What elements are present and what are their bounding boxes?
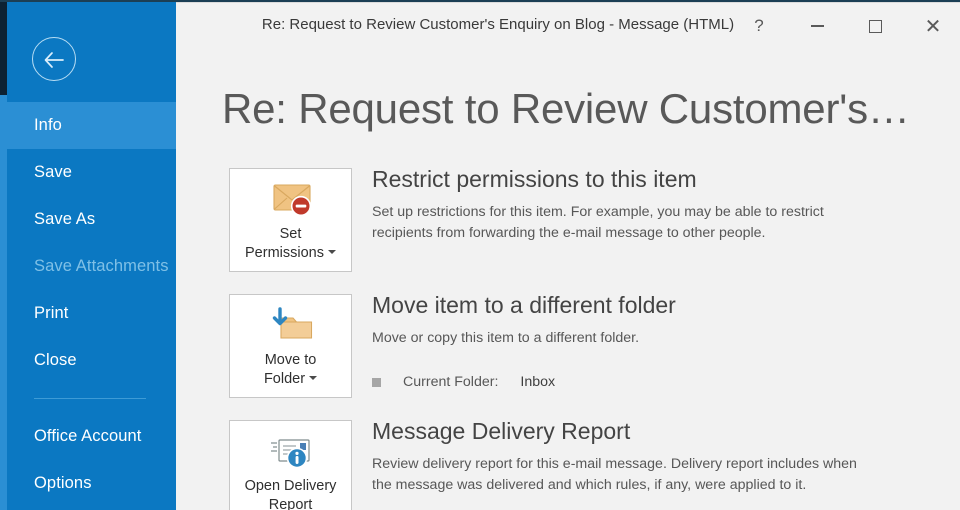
title-bar: Re: Request to Review Customer's Enquiry… xyxy=(176,3,960,48)
delivery-report-icon xyxy=(263,427,319,477)
set-permissions-button[interactable]: Set Permissions xyxy=(229,168,352,272)
section-description: Set up restrictions for this item. For e… xyxy=(372,202,892,244)
move-to-folder-label-line1: Move to xyxy=(264,352,317,368)
maximize-button[interactable] xyxy=(852,9,898,43)
sidebar-item-print[interactable]: Print xyxy=(0,290,176,337)
minimize-icon xyxy=(810,25,824,27)
current-folder-label: Current Folder: xyxy=(403,374,499,390)
back-arrow-icon xyxy=(44,52,64,68)
close-button[interactable]: ✕ xyxy=(910,9,956,43)
label-text: Folder xyxy=(263,371,306,387)
back-button[interactable] xyxy=(32,37,76,81)
square-bullet-icon xyxy=(372,377,381,387)
label-text: Permissions xyxy=(245,245,324,261)
sidebar-item-options[interactable]: Options xyxy=(0,460,176,507)
current-folder-row: Current Folder: Inbox xyxy=(372,374,555,390)
move-to-folder-button[interactable]: Move to Folder xyxy=(229,294,352,398)
sidebar-item-label: Save xyxy=(34,163,73,181)
maximize-icon xyxy=(868,19,882,33)
section-description: Move or copy this item to a different fo… xyxy=(372,328,892,349)
sidebar-item-label: Save As xyxy=(34,210,96,228)
envelope-restricted-icon xyxy=(263,175,319,225)
current-folder-value: Inbox xyxy=(520,374,556,390)
open-delivery-report-label-line2: Report xyxy=(268,497,313,510)
page-title: Re: Request to Review Customer's… xyxy=(222,85,910,132)
backstage-sidebar: Info Save Save As Save Attachments Print… xyxy=(0,2,176,510)
description-line-2: recipients from forwarding the e-mail me… xyxy=(372,225,766,241)
window-left-edge-light xyxy=(0,95,7,510)
open-delivery-report-label-line1: Open Delivery xyxy=(244,478,337,494)
section-heading: Message Delivery Report xyxy=(372,418,631,444)
sidebar-item-label: Print xyxy=(34,304,69,322)
sidebar-divider xyxy=(34,398,146,399)
chevron-down-icon xyxy=(327,250,336,255)
backstage-nav: Info Save Save As Save Attachments Print… xyxy=(0,102,176,507)
sidebar-item-info[interactable]: Info xyxy=(0,102,176,149)
window-title: Re: Request to Review Customer's Enquiry… xyxy=(261,16,735,33)
section-description: Review delivery report for this e-mail m… xyxy=(372,454,892,496)
sidebar-item-label: Info xyxy=(34,116,62,134)
section-heading: Restrict permissions to this item xyxy=(372,166,697,192)
sidebar-item-save-attachments: Save Attachments xyxy=(0,243,176,290)
close-icon: ✕ xyxy=(924,15,942,38)
backstage-content: Re: Request to Review Customer's… Set Pe… xyxy=(176,48,960,510)
section-heading: Move item to a different folder xyxy=(372,292,676,318)
question-mark-icon: ? xyxy=(754,16,764,35)
set-permissions-label-line1: Set xyxy=(279,226,302,242)
chevron-down-icon xyxy=(309,376,318,381)
sidebar-item-label: Office Account xyxy=(34,427,142,445)
description-line-1: Set up restrictions for this item. For e… xyxy=(372,204,824,220)
open-delivery-report-button[interactable]: Open Delivery Report xyxy=(229,420,352,510)
sidebar-item-label: Save Attachments xyxy=(34,257,169,275)
description-line-1: Move or copy this item to a different fo… xyxy=(372,330,640,346)
sidebar-item-close[interactable]: Close xyxy=(0,337,176,384)
sidebar-item-save-as[interactable]: Save As xyxy=(0,196,176,243)
description-line-1: Review delivery report for this e-mail m… xyxy=(372,456,857,472)
move-to-folder-icon xyxy=(263,301,319,351)
sidebar-item-save[interactable]: Save xyxy=(0,149,176,196)
set-permissions-label-line2: Permissions xyxy=(232,244,350,263)
titlebar-top-hairline xyxy=(176,2,960,3)
sidebar-item-office-account[interactable]: Office Account xyxy=(0,413,176,460)
minimize-button[interactable] xyxy=(794,9,840,43)
move-to-folder-label-line2: Folder xyxy=(232,370,350,389)
outlook-backstage-window: Info Save Save As Save Attachments Print… xyxy=(0,0,960,510)
sidebar-item-label: Options xyxy=(34,474,92,492)
window-left-edge-dark xyxy=(0,2,7,95)
sidebar-item-label: Close xyxy=(34,351,77,369)
description-line-2: the message was delivered and which rule… xyxy=(372,477,807,493)
help-button[interactable]: ? xyxy=(736,9,782,43)
